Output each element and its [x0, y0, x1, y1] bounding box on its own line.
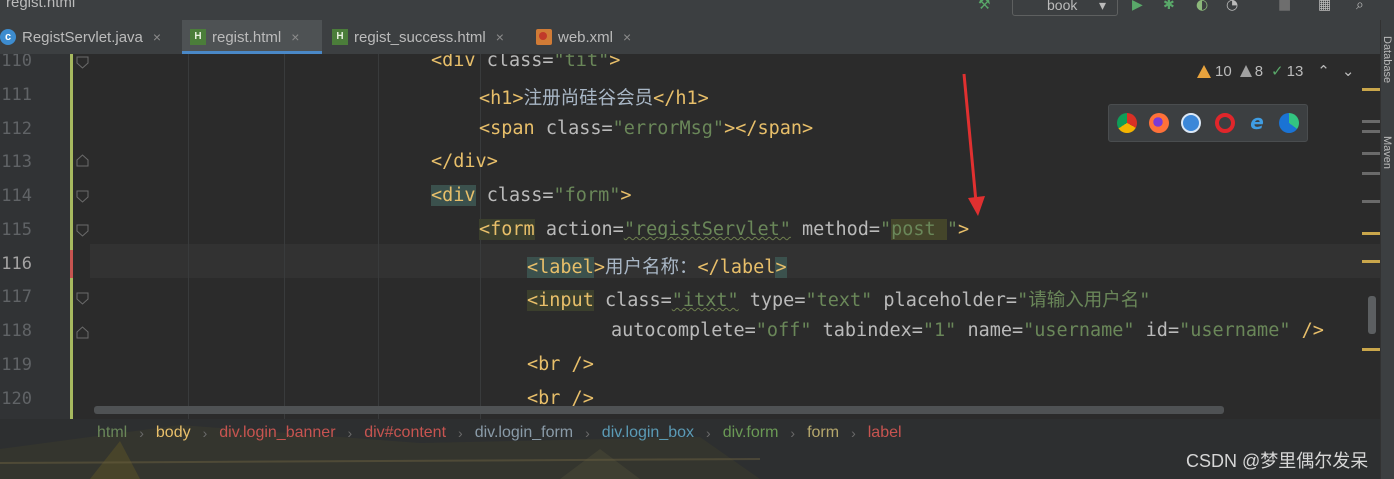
chevron-right-icon: ›	[706, 425, 711, 441]
breadcrumb-item[interactable]: div.login_box	[602, 424, 694, 442]
close-icon[interactable]: ×	[496, 29, 504, 45]
breadcrumb-item[interactable]: div.login_banner	[219, 424, 335, 442]
error-stripe-mark[interactable]	[1362, 232, 1380, 235]
tab-label: regist_success.html	[354, 28, 486, 46]
close-icon[interactable]: ×	[623, 29, 631, 45]
chevron-right-icon: ›	[347, 425, 353, 441]
right-tool-window-strip: Database Maven	[1380, 20, 1394, 479]
watermark: CSDN @梦里偶尔发呆	[1186, 451, 1369, 471]
error-stripe-mark[interactable]	[1362, 260, 1380, 263]
annotation-arrow	[962, 73, 985, 216]
error-stripe-mark[interactable]	[1362, 130, 1380, 133]
run-icon[interactable]: ▶	[1132, 0, 1143, 13]
profile-icon[interactable]: ◔	[1226, 0, 1238, 13]
chevron-down-icon: ▾	[1099, 0, 1107, 13]
html-file-icon: H	[332, 29, 348, 45]
build-hammer-icon[interactable]: ⚒	[978, 0, 991, 13]
breadcrumb-row: html › body › div.login_banner › div#conten…	[97, 424, 902, 442]
tab-registservlet-java[interactable]: c RegistServlet.java ×	[0, 20, 180, 54]
breadcrumb-item[interactable]: html	[97, 424, 127, 442]
horizontal-scrollbar[interactable]	[94, 406, 1224, 414]
tab-regist-html[interactable]: H regist.html ×	[182, 20, 322, 54]
error-stripe-mark[interactable]	[1362, 348, 1380, 351]
java-class-icon: c	[0, 29, 16, 45]
html-file-icon: H	[190, 29, 206, 45]
database-tool-button[interactable]: Database	[1381, 36, 1393, 83]
error-stripe-mark[interactable]	[1362, 88, 1380, 91]
tab-regist-success-html[interactable]: H regist_success.html ×	[332, 20, 522, 54]
chevron-right-icon: ›	[458, 425, 463, 441]
editor-tab-bar: c RegistServlet.java × H regist.html × H…	[0, 20, 1380, 55]
maven-tool-button[interactable]: Maven	[1381, 136, 1393, 169]
run-configuration-select[interactable]: book ▾	[1012, 0, 1118, 16]
debug-icon[interactable]: ✱	[1163, 0, 1175, 13]
breadcrumb-item[interactable]: div.login_form	[475, 424, 573, 442]
close-icon[interactable]: ×	[291, 29, 299, 45]
project-structure-icon[interactable]: ▦	[1318, 0, 1331, 13]
breadcrumb-item[interactable]: body	[156, 424, 191, 442]
tab-label: RegistServlet.java	[22, 28, 143, 46]
chevron-right-icon: ›	[851, 425, 856, 441]
breadcrumb: html › body › div.login_banner › div#conten…	[0, 419, 1380, 479]
chevron-right-icon: ›	[790, 425, 796, 441]
chevron-right-icon: ›	[585, 425, 590, 441]
error-stripe-mark[interactable]	[1362, 172, 1380, 175]
window-filename: regist.html	[6, 0, 76, 11]
search-everywhere-icon[interactable]: ⌕	[1356, 0, 1364, 13]
tab-label: web.xml	[558, 28, 614, 46]
title-bar: regist.html ⚒ book ▾ ▶ ✱ ◐ ◔ ■ ▦ ⌕	[0, 0, 1394, 20]
stop-icon[interactable]: ■	[1278, 0, 1291, 13]
chevron-right-icon: ›	[139, 425, 144, 441]
xml-file-icon	[536, 29, 552, 45]
error-stripe-mark[interactable]	[1362, 200, 1380, 203]
run-configuration-label: book	[1047, 0, 1078, 13]
error-stripe-mark[interactable]	[1362, 152, 1380, 155]
breadcrumb-item[interactable]: form	[807, 424, 839, 442]
tab-web-xml[interactable]: web.xml ×	[536, 20, 666, 54]
chevron-right-icon: ›	[202, 425, 208, 441]
coverage-icon[interactable]: ◐	[1196, 0, 1208, 13]
breadcrumb-item[interactable]: label	[868, 424, 902, 442]
breadcrumb-item[interactable]: div.form	[723, 424, 779, 442]
breadcrumb-item[interactable]: div#content	[364, 424, 446, 442]
code-editor[interactable]: 110 111 112 113 114 115 116 117 118 119 …	[0, 54, 1380, 419]
close-icon[interactable]: ×	[153, 29, 161, 45]
error-stripe-mark[interactable]	[1362, 120, 1380, 123]
tab-label: regist.html	[212, 28, 282, 46]
vertical-scrollbar[interactable]	[1368, 296, 1376, 334]
